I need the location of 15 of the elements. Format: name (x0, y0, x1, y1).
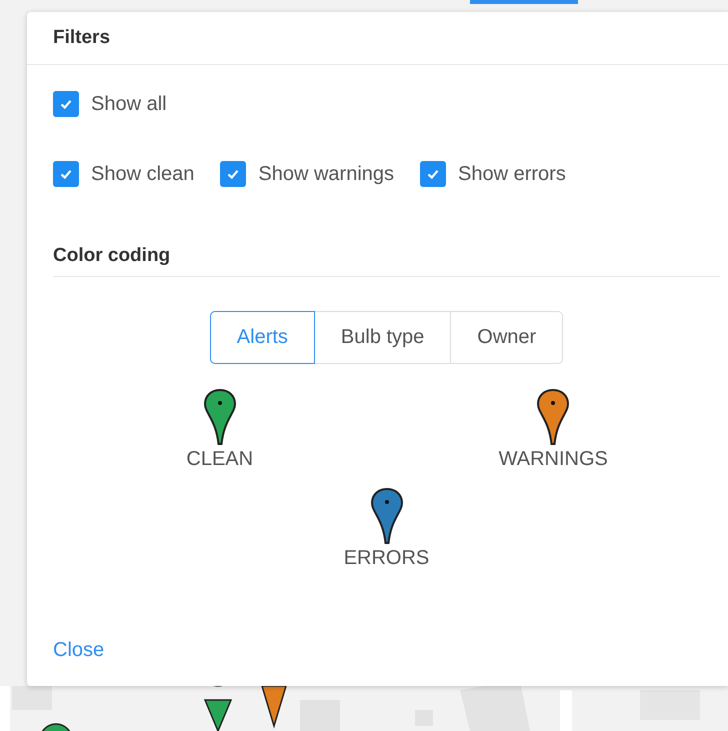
checkbox[interactable] (53, 161, 79, 187)
legend-label: ERRORS (344, 547, 430, 570)
checkbox-option[interactable]: Show warnings (220, 161, 394, 187)
section-heading: Color coding (53, 245, 170, 267)
checkbox-option[interactable]: Show clean (53, 161, 194, 187)
checkbox[interactable] (220, 161, 246, 187)
legend-label: WARNINGS (498, 448, 608, 471)
checkbox[interactable] (53, 91, 79, 117)
segment-tab[interactable]: Bulb type (314, 311, 452, 364)
checkbox-option[interactable]: Show all (53, 91, 167, 117)
checkbox-option[interactable]: Show errors (420, 161, 566, 187)
legend-label: CLEAN (186, 448, 254, 471)
checkbox[interactable] (420, 161, 446, 187)
panel-title: Filters (53, 27, 110, 49)
segment-tab[interactable]: Owner (450, 311, 564, 364)
